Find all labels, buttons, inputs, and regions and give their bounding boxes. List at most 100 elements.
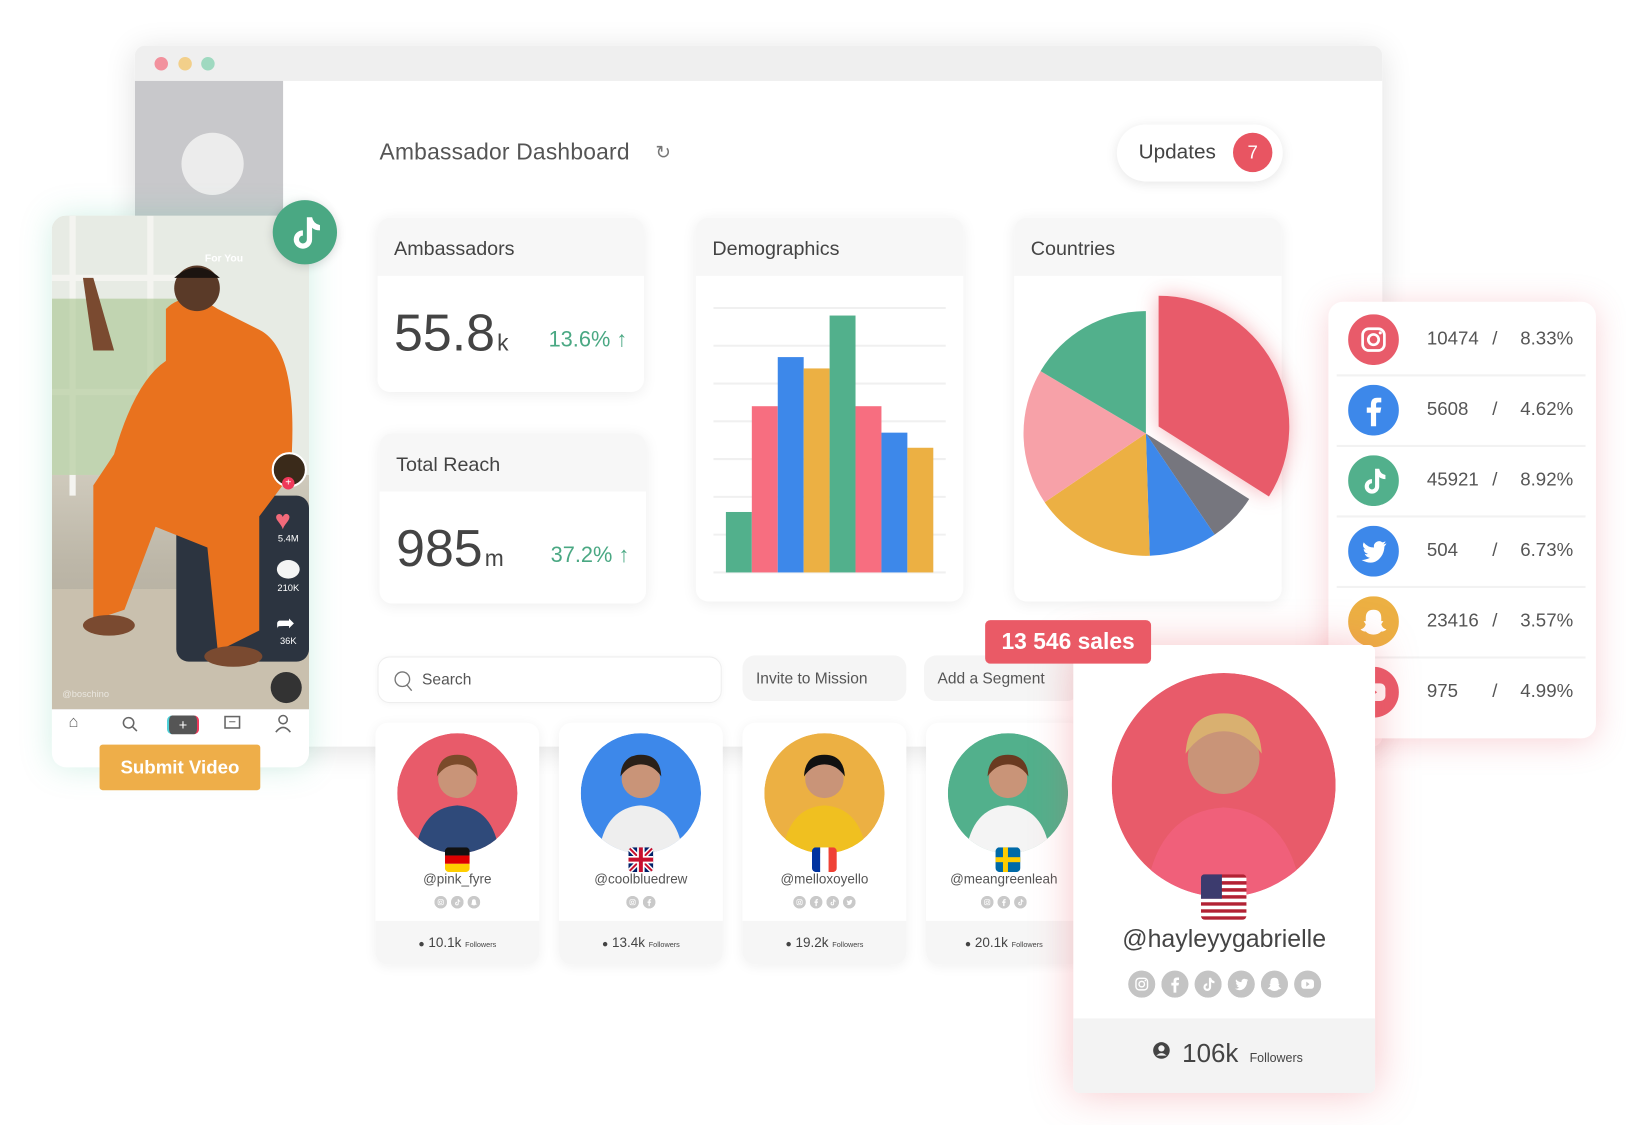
- snapchat-icon[interactable]: [467, 895, 481, 909]
- facebook-icon[interactable]: [997, 895, 1011, 909]
- bar-1[interactable]: [751, 406, 778, 573]
- create-video-icon[interactable]: +: [166, 715, 200, 735]
- followers: ● 10.1k Followers: [375, 920, 540, 965]
- search-placeholder: Search: [422, 670, 472, 689]
- updates-label: Updates: [1138, 141, 1216, 164]
- stat-count: 23416: [1426, 609, 1479, 631]
- ambassador-card[interactable]: @pink_fyre ● 10.1k Followers: [375, 722, 540, 965]
- sales-badge: 13 546 sales: [985, 620, 1152, 664]
- bar-6[interactable]: [881, 432, 908, 573]
- follow-plus-icon[interactable]: +: [282, 477, 295, 490]
- profile-icon[interactable]: [275, 714, 292, 733]
- tiktok-icon[interactable]: [451, 895, 464, 909]
- search-input[interactable]: Search: [377, 656, 722, 704]
- total-reach-value: 985m: [396, 519, 504, 578]
- featured-avatar: [1111, 673, 1336, 898]
- tiktok-icon[interactable]: [1194, 970, 1222, 998]
- music-disc-icon[interactable]: [270, 671, 302, 704]
- avatar: [764, 733, 885, 854]
- stat-separator: /: [1492, 398, 1498, 419]
- instagram-icon[interactable]: [981, 895, 994, 909]
- maximize-dot[interactable]: [201, 57, 215, 71]
- facebook-icon[interactable]: [642, 895, 656, 909]
- instagram-icon[interactable]: [626, 895, 639, 909]
- comments-count: 210K: [277, 582, 300, 594]
- instagram-icon[interactable]: [434, 895, 447, 909]
- bar-0[interactable]: [725, 511, 752, 573]
- avatar[interactable]: [181, 132, 244, 195]
- social-stat-row-instagram: 10474 / 8.33%: [1336, 304, 1586, 377]
- sidebar-profile: [134, 80, 284, 227]
- demographics-card: Demographics: [695, 217, 964, 602]
- home-icon[interactable]: ⌂: [68, 713, 78, 732]
- bar-3[interactable]: [803, 368, 830, 573]
- likes-count: 5.4M: [277, 533, 299, 544]
- tiktok-icon: [1348, 455, 1399, 507]
- followers-count: 20.1k: [974, 934, 1008, 950]
- stat-count: 45921: [1426, 468, 1479, 490]
- featured-ambassador-card[interactable]: @hayleyygabrielle 106k Followers: [1073, 645, 1376, 1093]
- stat-separator: /: [1492, 468, 1498, 490]
- followers-label: Followers: [832, 941, 864, 949]
- instagram-icon[interactable]: [1127, 970, 1155, 998]
- social-stat-row-tiktok: 45921 / 8.92%: [1336, 445, 1586, 518]
- ambassador-card[interactable]: @coolbluedrew ● 13.4k Followers: [558, 722, 723, 965]
- followers: ● 19.2k Followers: [742, 920, 907, 965]
- followers-label: Followers: [1249, 1050, 1303, 1065]
- video-username: @boschino: [62, 688, 110, 699]
- stat-rate: 6.73%: [1520, 539, 1574, 560]
- button-label: Add a Segment: [937, 669, 1045, 688]
- followers-count: 10.1k: [428, 934, 462, 950]
- updates-button[interactable]: Updates 7: [1116, 124, 1283, 182]
- followers-count: 13.4k: [611, 934, 645, 950]
- stat-rate: 3.57%: [1520, 609, 1574, 631]
- search-icon[interactable]: [121, 716, 138, 733]
- twitter-icon: [1348, 525, 1399, 577]
- youtube-icon[interactable]: [1293, 970, 1321, 998]
- bar-2[interactable]: [777, 357, 804, 573]
- minimize-dot[interactable]: [178, 57, 192, 71]
- invite-to-mission-button[interactable]: Invite to Mission: [742, 655, 907, 702]
- refresh-icon[interactable]: ↻: [655, 142, 671, 164]
- button-label: Invite to Mission: [755, 669, 868, 688]
- submit-video-button[interactable]: Submit Video: [99, 744, 261, 791]
- stat-count: 10474: [1426, 327, 1479, 349]
- heart-icon[interactable]: ♥: [275, 504, 291, 536]
- close-dot[interactable]: [154, 57, 168, 71]
- social-stat-row-twitter: 504 / 6.73%: [1336, 515, 1586, 588]
- bar-7[interactable]: [907, 447, 934, 573]
- ambassador-card[interactable]: @meangreenleah ● 20.1k Followers: [926, 722, 1082, 965]
- facebook-icon[interactable]: [1160, 970, 1188, 998]
- stat-rate: 4.99%: [1520, 680, 1574, 702]
- followers: ● 13.4k Followers: [558, 920, 723, 965]
- avatar: [947, 733, 1069, 854]
- featured-followers: 106k Followers: [1073, 1018, 1376, 1093]
- for-you-tab[interactable]: For You: [193, 253, 255, 264]
- shares-count: 36K: [279, 635, 297, 647]
- share-icon[interactable]: ➦: [276, 610, 295, 637]
- stat-count: 5608: [1426, 398, 1469, 419]
- video-preview[interactable]: For You + ♥ 5.4M 210K ➦ 36K @boschino: [51, 215, 310, 710]
- featured-followers-count: 106k: [1182, 1039, 1239, 1069]
- inbox-icon[interactable]: [224, 715, 241, 733]
- twitter-icon[interactable]: [843, 895, 856, 909]
- instagram-icon[interactable]: [793, 895, 806, 909]
- card-title: Total Reach: [396, 454, 501, 476]
- bar-5[interactable]: [855, 406, 882, 573]
- facebook-icon: [1348, 384, 1399, 436]
- flag-uk-icon: [628, 847, 654, 873]
- snapchat-icon[interactable]: [1260, 970, 1288, 998]
- ambassador-card[interactable]: @melloxoyello ● 19.2k Followers: [742, 722, 907, 965]
- stat-separator: /: [1492, 327, 1498, 349]
- bar-4[interactable]: [829, 315, 856, 573]
- comment-icon[interactable]: [276, 559, 300, 579]
- ambassadors-change: 13.6% ↑: [548, 327, 628, 352]
- stat-rate: 8.92%: [1520, 468, 1574, 490]
- tiktok-icon[interactable]: [826, 895, 839, 909]
- tiktok-icon[interactable]: [1014, 895, 1027, 909]
- stat-separator: /: [1492, 680, 1498, 702]
- followers-label: Followers: [465, 941, 497, 949]
- stat-separator: /: [1492, 609, 1498, 631]
- twitter-icon[interactable]: [1227, 970, 1255, 998]
- facebook-icon[interactable]: [809, 895, 823, 909]
